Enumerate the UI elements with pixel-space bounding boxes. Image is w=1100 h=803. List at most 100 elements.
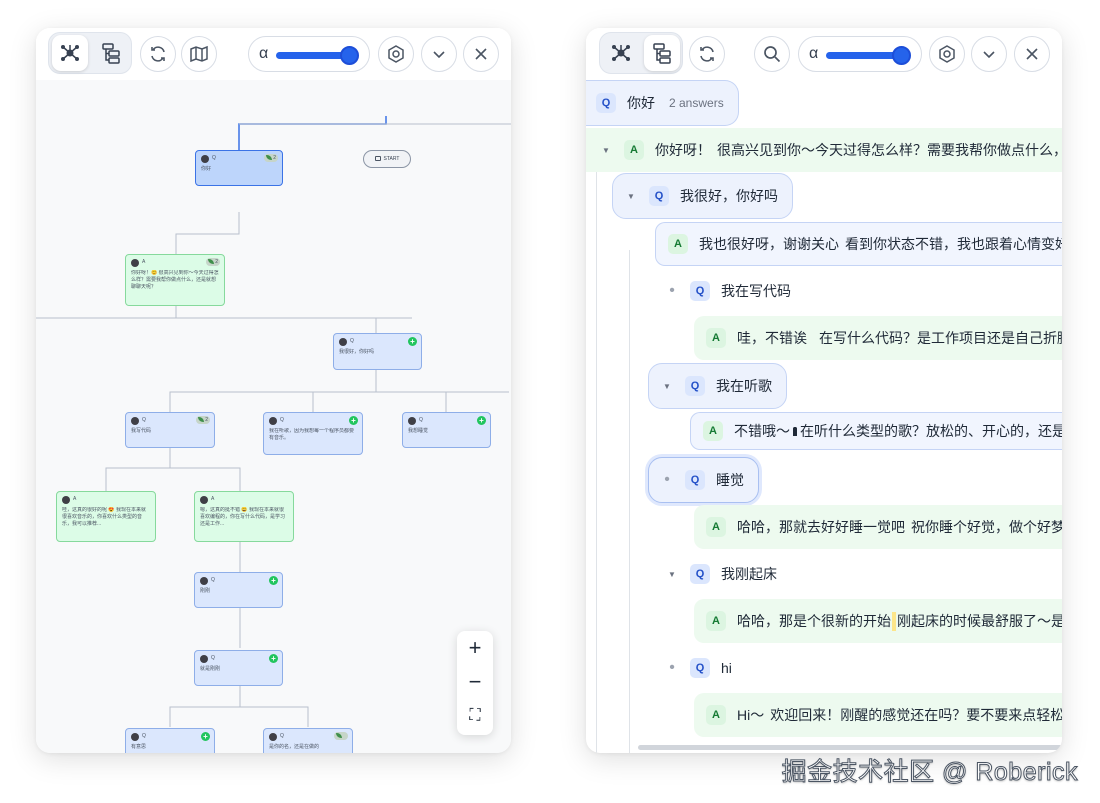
graph-node-answer[interactable]: A 你好呀！😊 很高兴见到你～今天过得怎么样？需要我帮你做点什么，还是就想聊聊天… [125, 254, 225, 306]
tree-row-answer[interactable]: A 哈哈，那是个很新的开始刚起床的时候最舒服了～是打算先吃点东西还是再赖会儿床？ [694, 599, 1062, 643]
node-type-label: A [211, 496, 215, 502]
graph-node-question[interactable]: Q 是你的名，还是在做的 [263, 728, 353, 753]
graph-node-question[interactable]: Q 就是刚刚 + [194, 650, 283, 686]
view-mode-toggle [599, 32, 683, 74]
node-text: 你好 [201, 166, 212, 172]
tree-row-answer[interactable]: ▼ A 你好呀！ 很高兴见到你～今天过得怎么样？需要我帮你做点什么，还是就想聊聊天… [586, 128, 1062, 172]
leaf-badge: 2 [264, 154, 278, 162]
graph-canvas[interactable]: START Q 你好 2 A 你好呀！😊 很高兴见到你～今天过得怎么样？需要我帮… [36, 80, 511, 753]
alpha-handle[interactable] [892, 46, 911, 65]
tree-row-question[interactable]: ▼ Q 我很好，你好吗 [612, 173, 793, 219]
avatar-icon [200, 576, 208, 585]
graph-node-question[interactable]: Q 刚刚 + [194, 572, 283, 608]
graph-node-question[interactable]: Q 你好 2 [195, 150, 283, 186]
tree-view-icon[interactable] [93, 35, 129, 71]
row-text: 睡觉 [716, 472, 744, 488]
alpha-handle[interactable] [340, 46, 359, 65]
node-text: 有意思 [131, 744, 147, 750]
collapse-toggle-icon[interactable]: ▼ [598, 146, 614, 155]
search-icon[interactable] [754, 36, 790, 72]
answer-tag: A [668, 234, 688, 254]
row-text: hi [721, 660, 732, 676]
node-type-label: Q [142, 417, 146, 423]
graph-node-answer[interactable]: A 嗯，这真的挺不错 😄 我现在本来就很喜欢编程的，你在写什么代码，是学习还是工… [194, 491, 294, 542]
row-text: 我也很好呀，谢谢关心 [699, 236, 839, 252]
graph-node-question[interactable]: Q 我在听歌，因为我想每一个程序员都要有音乐。 + [263, 412, 363, 455]
refresh-icon[interactable] [140, 36, 176, 72]
avatar-icon [201, 154, 209, 163]
add-child-icon[interactable]: + [269, 576, 278, 585]
zoom-in-icon[interactable]: + [457, 631, 493, 665]
graph-node-question[interactable]: Q 我想睡觉 + [402, 412, 491, 448]
row-text: Hi～ [737, 707, 765, 723]
add-child-icon[interactable]: + [408, 337, 417, 346]
row-text: 你好 [627, 95, 655, 111]
avatar-icon [408, 416, 416, 425]
graph-node-question[interactable]: Q 有意思 + [125, 728, 215, 753]
add-child-icon[interactable]: + [349, 416, 358, 425]
node-type-label: Q [350, 338, 354, 344]
chevron-down-icon[interactable] [971, 36, 1007, 72]
avatar-icon [131, 416, 139, 425]
watermark: 掘金技术社区 @ Roberick [781, 758, 1078, 787]
answer-tag: A [706, 517, 726, 537]
collapse-toggle-icon[interactable]: ▼ [659, 382, 675, 391]
graph-node-question[interactable]: Q 我写代码 2 [125, 412, 215, 448]
tree-row-answer[interactable]: A 哈哈，那就去好好睡一觉吧祝你睡个好觉，做个好梦～ [694, 505, 1062, 549]
map-icon[interactable] [181, 36, 217, 72]
tree-row-question[interactable]: Q 你好 2 answers [586, 80, 739, 126]
tree-row-answer[interactable]: A 哇，不错诶在写什么代码？是工作项目还是自己折腾的小玩意儿？ [694, 316, 1062, 360]
tree-row-answer[interactable]: A 我也很好呀，谢谢关心看到你状态不错，我也跟着心情变好了呢～ [655, 222, 1062, 266]
node-text: 是你的名，还是在做的 [269, 744, 320, 750]
tree-row-answer[interactable]: A 不错哦～ 在听什么类型的歌？放松的、开心的，还是有点小情绪的？ [690, 412, 1062, 450]
tree-row-question[interactable]: • Q hi [664, 646, 732, 690]
node-type-label: Q [280, 733, 284, 739]
add-child-icon[interactable]: + [477, 416, 486, 425]
fit-view-icon[interactable]: ⛶ [457, 699, 493, 733]
tree-row-question[interactable]: • Q 睡觉 [648, 457, 759, 503]
node-text: 就是刚刚 [200, 666, 221, 672]
question-tag: Q [690, 564, 710, 584]
row-text-rest: 看到你状态不错，我也跟着心情变好了呢～ [845, 236, 1062, 252]
avatar-icon [269, 416, 277, 425]
alpha-label: α [259, 45, 269, 62]
add-child-icon[interactable]: + [269, 654, 278, 663]
graph-node-question[interactable]: Q 我很好，你好吗 + [333, 333, 422, 370]
horizontal-scrollbar[interactable] [638, 745, 1062, 750]
graph-view-icon[interactable] [603, 35, 639, 71]
node-text: 你好呀！😊 很高兴见到你～今天过得怎么样？需要我帮你做点什么，还是就想聊聊天呢？ [131, 270, 219, 290]
node-text: 刚刚 [200, 588, 211, 594]
tree-row-question[interactable]: • Q 我在写代码 [664, 269, 791, 313]
view-mode-toggle [48, 32, 132, 74]
alpha-label: α [809, 45, 819, 62]
collapse-toggle-icon[interactable]: ▼ [664, 570, 680, 579]
headphones-emoji-icon [793, 426, 797, 436]
tree-row-question[interactable]: ▼ Q 我在听歌 [648, 363, 787, 409]
graph-node-answer[interactable]: A 哇，这真的很好的呢 😍 我现在本来就很喜欢音乐的，你喜欢什么类型的音乐，我可… [56, 491, 156, 542]
graph-view-icon[interactable] [52, 35, 88, 71]
settings-icon[interactable] [378, 36, 414, 72]
row-text-rest: 在写什么代码？是工作项目还是自己折腾的小玩意儿？ [819, 330, 1062, 346]
chevron-down-icon[interactable] [421, 36, 457, 72]
row-text: 我在听歌 [716, 378, 772, 394]
alpha-slider[interactable]: α [798, 36, 922, 72]
node-type-label: Q [419, 417, 423, 423]
settings-icon[interactable] [929, 36, 965, 72]
start-icon [374, 156, 381, 162]
collapse-toggle-icon[interactable]: ▼ [623, 192, 639, 201]
close-icon[interactable] [1014, 36, 1050, 72]
question-tag: Q [685, 376, 705, 396]
answer-tag: A [624, 140, 644, 160]
tree-view-icon[interactable] [644, 35, 680, 71]
refresh-icon[interactable] [689, 36, 725, 72]
alpha-slider[interactable]: α [248, 36, 370, 72]
add-child-icon[interactable]: + [201, 732, 210, 741]
tree-row-answer[interactable]: A Hi～ 欢迎回来！刚醒的感觉还在吗？要不要来点轻松的聊天？ [694, 693, 1062, 737]
tree-row-question[interactable]: ▼ Q 我刚起床 [664, 552, 777, 596]
tree-toolbar: α [586, 28, 1062, 80]
question-tag: Q [690, 658, 710, 678]
graph-panel: α START Q 你好 2 A 你好呀！😊 很高兴见到你～今天过得怎么样？需要… [36, 28, 511, 753]
start-node[interactable]: START [363, 150, 411, 168]
close-icon[interactable] [463, 36, 499, 72]
zoom-out-icon[interactable]: − [457, 665, 493, 699]
